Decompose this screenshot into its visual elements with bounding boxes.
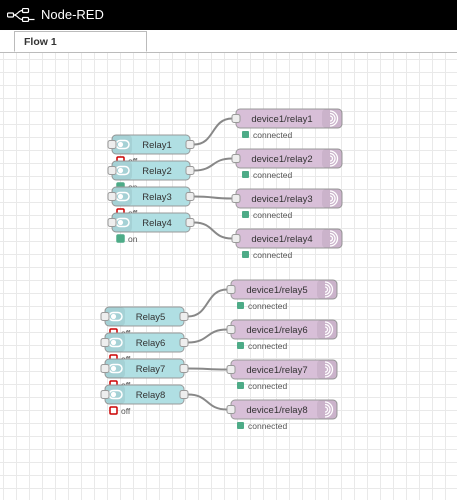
switch-node-label: Relay4: [142, 218, 172, 229]
switch-node-label: Relay1: [142, 140, 172, 151]
status-text: connected: [253, 250, 292, 260]
wire: [193, 117, 233, 146]
wire: [187, 328, 228, 344]
input-port[interactable]: [226, 285, 236, 294]
mqtt-node-label: device1/relay2: [251, 154, 312, 165]
status-text: connected: [248, 301, 287, 311]
input-port[interactable]: [100, 390, 110, 399]
mqtt-out-node[interactable]: device1/relay2 connected: [231, 148, 343, 180]
app-title: Node-RED: [41, 7, 104, 22]
status-dot: [237, 342, 244, 349]
input-port[interactable]: [231, 114, 241, 123]
status-dot: [242, 211, 249, 218]
status-text: connected: [248, 341, 287, 351]
mqtt-out-node[interactable]: device1/relay8 connected: [226, 399, 338, 431]
switch-node[interactable]: Relay4 on: [107, 212, 195, 244]
status-dot: [242, 251, 249, 258]
switch-node-label: Relay7: [136, 364, 166, 375]
input-port[interactable]: [107, 218, 117, 227]
status-dot: [242, 131, 249, 138]
switch-node-label: Relay3: [142, 192, 172, 203]
status-text: connected: [248, 381, 287, 391]
status-dot: [109, 406, 118, 415]
output-port[interactable]: [185, 192, 195, 201]
status-text: off: [121, 406, 131, 416]
mqtt-out-node[interactable]: device1/relay3 connected: [231, 188, 343, 220]
tab-label: Flow 1: [24, 36, 57, 48]
output-port[interactable]: [185, 218, 195, 227]
input-port[interactable]: [100, 364, 110, 373]
toggle-knob: [117, 193, 124, 200]
mqtt-node-label: device1/relay8: [246, 405, 307, 416]
wire: [187, 393, 228, 411]
status-text: connected: [253, 170, 292, 180]
status-dot: [242, 171, 249, 178]
toggle-knob: [117, 167, 124, 174]
input-port[interactable]: [226, 365, 236, 374]
wire: [187, 288, 228, 318]
wire: [193, 195, 233, 200]
status-text: connected: [253, 210, 292, 220]
input-port[interactable]: [231, 234, 241, 243]
mqtt-out-node[interactable]: device1/relay6 connected: [226, 319, 338, 351]
mqtt-node-label: device1/relay7: [246, 365, 307, 376]
status-dot: [237, 382, 244, 389]
input-port[interactable]: [107, 140, 117, 149]
mqtt-node-label: device1/relay3: [251, 194, 312, 205]
input-port[interactable]: [231, 154, 241, 163]
switch-node-label: Relay5: [136, 312, 166, 323]
mqtt-out-node[interactable]: device1/relay1 connected: [231, 108, 343, 140]
switch-node-label: Relay6: [136, 338, 166, 349]
wire: [193, 157, 233, 172]
mqtt-out-node[interactable]: device1/relay4 connected: [231, 228, 343, 260]
output-port[interactable]: [179, 390, 189, 399]
node-red-logo-icon: [7, 8, 35, 22]
output-port[interactable]: [185, 140, 195, 149]
flow-canvas[interactable]: Relay1offRelay2onRelay3offRelay4ondevice…: [0, 53, 457, 500]
output-port[interactable]: [179, 364, 189, 373]
header-bar: Node-RED: [0, 0, 457, 30]
output-port[interactable]: [185, 166, 195, 175]
mqtt-out-node[interactable]: device1/relay5 connected: [226, 279, 338, 311]
status-dot: [116, 234, 125, 243]
status-text: connected: [248, 421, 287, 431]
toggle-knob: [110, 365, 117, 372]
status-text: connected: [253, 130, 292, 140]
output-port[interactable]: [179, 312, 189, 321]
status-dot: [237, 302, 244, 309]
input-port[interactable]: [226, 405, 236, 414]
mqtt-out-node[interactable]: device1/relay7 connected: [226, 359, 338, 391]
input-port[interactable]: [231, 194, 241, 203]
input-port[interactable]: [107, 166, 117, 175]
input-port[interactable]: [107, 192, 117, 201]
status-text: on: [128, 234, 138, 244]
toggle-knob: [117, 219, 124, 226]
switch-node[interactable]: Relay8 off: [100, 384, 189, 416]
input-port[interactable]: [100, 338, 110, 347]
mqtt-node-label: device1/relay4: [251, 234, 312, 245]
input-port[interactable]: [100, 312, 110, 321]
toggle-knob: [110, 339, 117, 346]
flow-workspace[interactable]: Relay1offRelay2onRelay3offRelay4ondevice…: [0, 53, 457, 500]
wire: [187, 367, 228, 371]
switch-node-label: Relay2: [142, 166, 172, 177]
status-dot: [237, 422, 244, 429]
input-port[interactable]: [226, 325, 236, 334]
switch-node-label: Relay8: [136, 390, 166, 401]
mqtt-node-label: device1/relay5: [246, 285, 307, 296]
output-port[interactable]: [179, 338, 189, 347]
mqtt-node-label: device1/relay1: [251, 114, 312, 125]
toggle-knob: [110, 391, 117, 398]
mqtt-node-label: device1/relay6: [246, 325, 307, 336]
tab-flow-1[interactable]: Flow 1: [14, 31, 147, 52]
toggle-knob: [117, 141, 124, 148]
wire: [193, 221, 233, 240]
toggle-knob: [110, 313, 117, 320]
